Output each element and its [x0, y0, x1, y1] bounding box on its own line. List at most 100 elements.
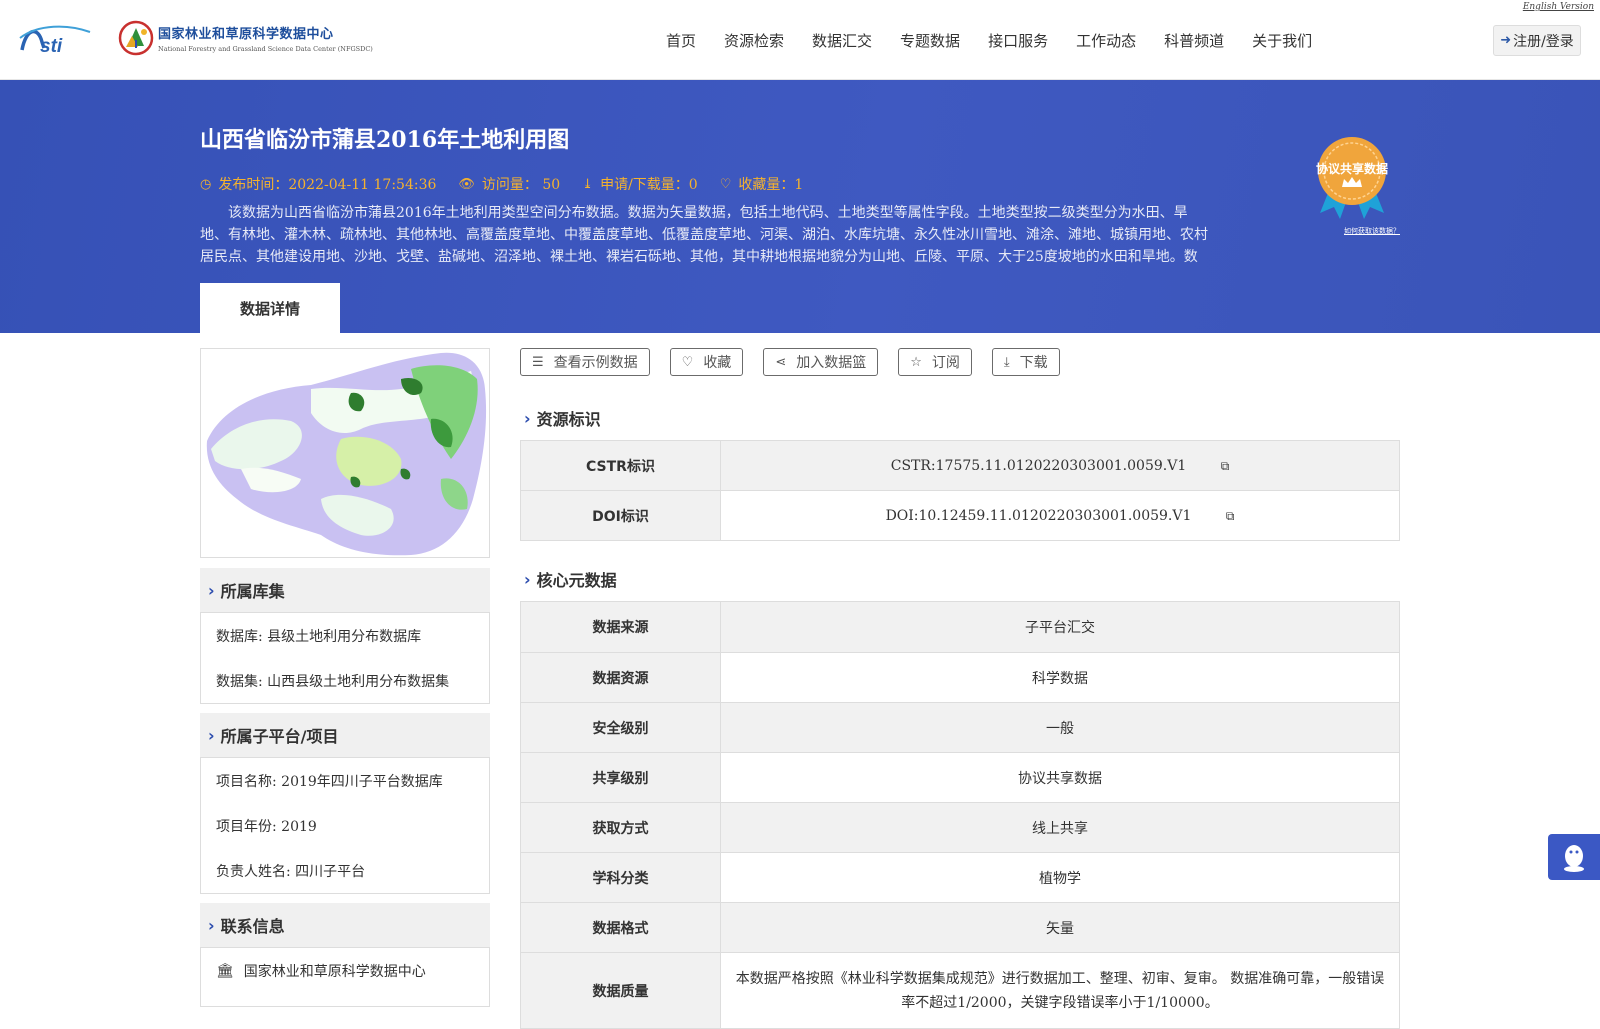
chevron-right-icon: › [208, 725, 215, 745]
nfgsdc-emblem-icon [118, 20, 154, 56]
meta-key: 数据来源 [520, 601, 721, 653]
qq-chat-button[interactable] [1548, 834, 1600, 880]
nav-science-channel[interactable]: 科普频道 [1164, 30, 1224, 51]
table-row: 学科分类 植物学 [520, 852, 1400, 903]
database-icon: ☰ [532, 354, 544, 370]
resource-id-table: CSTR标识 CSTR:17575.11.0120220303001.0059.… [520, 440, 1400, 541]
tab-data-details[interactable]: 数据详情 [200, 283, 340, 333]
shared-data-badge-icon: 协议共享数据 [1316, 137, 1388, 219]
svg-text:sti: sti [40, 36, 63, 57]
meta-key: 数据资源 [520, 652, 721, 703]
land-use-map-image [206, 352, 487, 556]
dataset-meta: ◷ 发布时间：2022-04-11 17:54:36 👁 访问量： 50 ⤓ 申… [200, 174, 825, 194]
login-label: 注册/登录 [1513, 33, 1574, 50]
nav-resource-search[interactable]: 资源检索 [724, 30, 784, 51]
nav-home[interactable]: 首页 [666, 30, 696, 51]
download-icon: ⤓ [582, 176, 594, 192]
table-row: 数据质量 本数据严格按照《林业科学数据集成规范》进行数据加工、整理、初审、复审。… [520, 952, 1400, 1029]
download-count: ⤓ 申请/下载量：0 [582, 174, 698, 194]
library-section-title: 所属库集 [220, 582, 285, 601]
nav-api-service[interactable]: 接口服务 [988, 30, 1048, 51]
main-nav: 首页 资源检索 数据汇交 专题数据 接口服务 工作动态 科普频道 关于我们 [666, 30, 1312, 51]
core-metadata-header: › 核心元数据 [524, 567, 617, 591]
table-row: 数据资源 科学数据 [520, 652, 1400, 703]
download-label: 下载 [1019, 355, 1048, 371]
sign-in-icon: ➜ [1500, 33, 1512, 48]
view-sample-data-button[interactable]: ☰ 查看示例数据 [520, 348, 650, 376]
core-metadata-title: 核心元数据 [536, 571, 617, 590]
table-row: 安全级别 一般 [520, 702, 1400, 753]
library-dataset-row[interactable]: 数据集: 山西县级土地利用分布数据集 [201, 658, 489, 703]
dataset-thumbnail[interactable] [200, 348, 490, 558]
meta-key: 获取方式 [520, 802, 721, 853]
view-count: 👁 访问量： 50 [458, 174, 560, 194]
login-register-button[interactable]: ➜ 注册/登录 [1493, 25, 1581, 56]
favorite-button[interactable]: ♡ 收藏 [669, 348, 744, 376]
library-database-row[interactable]: 数据库: 县级土地利用分布数据库 [201, 613, 489, 658]
institution-icon: 🏛 [216, 963, 234, 979]
table-row: 数据来源 子平台汇交 [520, 601, 1400, 653]
meta-key: 数据格式 [520, 902, 721, 953]
copy-icon[interactable]: ⧉ [1226, 509, 1235, 524]
top-header: English Version sti 国家林业和草原科学数据中心 Nation… [0, 0, 1600, 80]
meta-key: 数据质量 [520, 952, 721, 1029]
clock-icon: ◷ [200, 176, 212, 192]
contact-section-box: 🏛 国家林业和草原科学数据中心 [200, 947, 490, 1007]
nav-topic-data[interactable]: 专题数据 [900, 30, 960, 51]
action-toolbar: ☰ 查看示例数据 ♡ 收藏 ⋖ 加入数据篮 ☆ 订阅 ⤓ 下载 [520, 348, 1080, 376]
library-section-box: 数据库: 县级土地利用分布数据库 数据集: 山西县级土地利用分布数据集 [200, 612, 490, 704]
meta-value: 本数据严格按照《林业科学数据集成规范》进行数据加工、整理、初审、复审。 数据准确… [720, 952, 1400, 1029]
download-button[interactable]: ⤓ 下载 [991, 348, 1060, 376]
heart-icon: ♡ [681, 354, 694, 370]
meta-value: 线上共享 [720, 802, 1400, 853]
contact-section-title: 联系信息 [220, 917, 285, 936]
view-count-text: 访问量： 50 [481, 177, 561, 193]
contact-section-header: › 联系信息 [200, 903, 490, 947]
subscribe-button[interactable]: ☆ 订阅 [898, 348, 972, 376]
meta-value: 协议共享数据 [720, 752, 1400, 803]
project-name-row: 项目名称: 2019年四川子平台数据库 [216, 773, 443, 790]
doi-key: DOI标识 [520, 490, 721, 541]
subscribe-label: 订阅 [931, 355, 960, 371]
english-version-link[interactable]: English Version [1523, 2, 1594, 12]
chevron-right-icon: › [524, 408, 531, 428]
download-icon: ⤓ [1003, 354, 1010, 370]
contact-org-row: 🏛 国家林业和草原科学数据中心 [201, 948, 489, 994]
nav-news[interactable]: 工作动态 [1076, 30, 1136, 51]
favorite-count: ♡ 收藏量：1 [720, 174, 804, 194]
dataset-description: 该数据为山西省临汾市蒲县2016年土地利用类型空间分布数据。数据为矢量数据，包括… [200, 205, 1208, 265]
badge-text: 协议共享数据 [1316, 161, 1388, 176]
dataset-banner: 山西省临汾市蒲县2016年土地利用图 ◷ 发布时间：2022-04-11 17:… [0, 80, 1600, 333]
nfgsdc-logo[interactable]: 国家林业和草原科学数据中心 National Forestry and Gras… [118, 20, 373, 56]
meta-value: 子平台汇交 [720, 601, 1400, 653]
nav-about-us[interactable]: 关于我们 [1252, 30, 1312, 51]
cstr-value-cell: CSTR:17575.11.0120220303001.0059.V1 ⧉ [720, 440, 1400, 491]
download-count-text: 申请/下载量：0 [600, 177, 698, 193]
meta-value: 矢量 [720, 902, 1400, 953]
chevron-right-icon: › [208, 915, 215, 935]
project-section-box: 项目名称: 2019年四川子平台数据库 项目年份: 2019 负责人姓名: 四川… [200, 757, 490, 894]
nsti-logo[interactable]: sti [18, 20, 98, 60]
penguin-icon [1564, 845, 1584, 872]
publish-time-text: 发布时间：2022-04-11 17:54:36 [218, 177, 437, 193]
nav-data-submission[interactable]: 数据汇交 [812, 30, 872, 51]
table-row: DOI标识 DOI:10.12459.11.0120220303001.0059… [520, 490, 1400, 541]
table-row: 获取方式 线上共享 [520, 802, 1400, 853]
library-section-header: › 所属库集 [200, 568, 490, 612]
dataset-title: 山西省临汾市蒲县2016年土地利用图 [200, 127, 570, 153]
doi-value-cell: DOI:10.12459.11.0120220303001.0059.V1 ⧉ [720, 490, 1400, 541]
chevron-right-icon: › [524, 569, 531, 589]
project-owner-row: 负责人姓名: 四川子平台 [216, 863, 366, 880]
publish-time: ◷ 发布时间：2022-04-11 17:54:36 [200, 174, 436, 194]
contact-org-name: 国家林业和草原科学数据中心 [243, 964, 426, 980]
chevron-right-icon: › [208, 580, 215, 600]
eye-icon: 👁 [458, 176, 475, 192]
how-to-get-data-link[interactable]: 如何获取该数据？ [1344, 226, 1400, 236]
copy-icon[interactable]: ⧉ [1221, 459, 1230, 474]
star-icon: ☆ [910, 354, 922, 370]
meta-key: 学科分类 [520, 852, 721, 903]
add-to-basket-button[interactable]: ⋖ 加入数据篮 [763, 348, 879, 376]
table-row: CSTR标识 CSTR:17575.11.0120220303001.0059.… [520, 440, 1400, 491]
meta-value: 一般 [720, 702, 1400, 753]
view-sample-label: 查看示例数据 [553, 355, 638, 371]
